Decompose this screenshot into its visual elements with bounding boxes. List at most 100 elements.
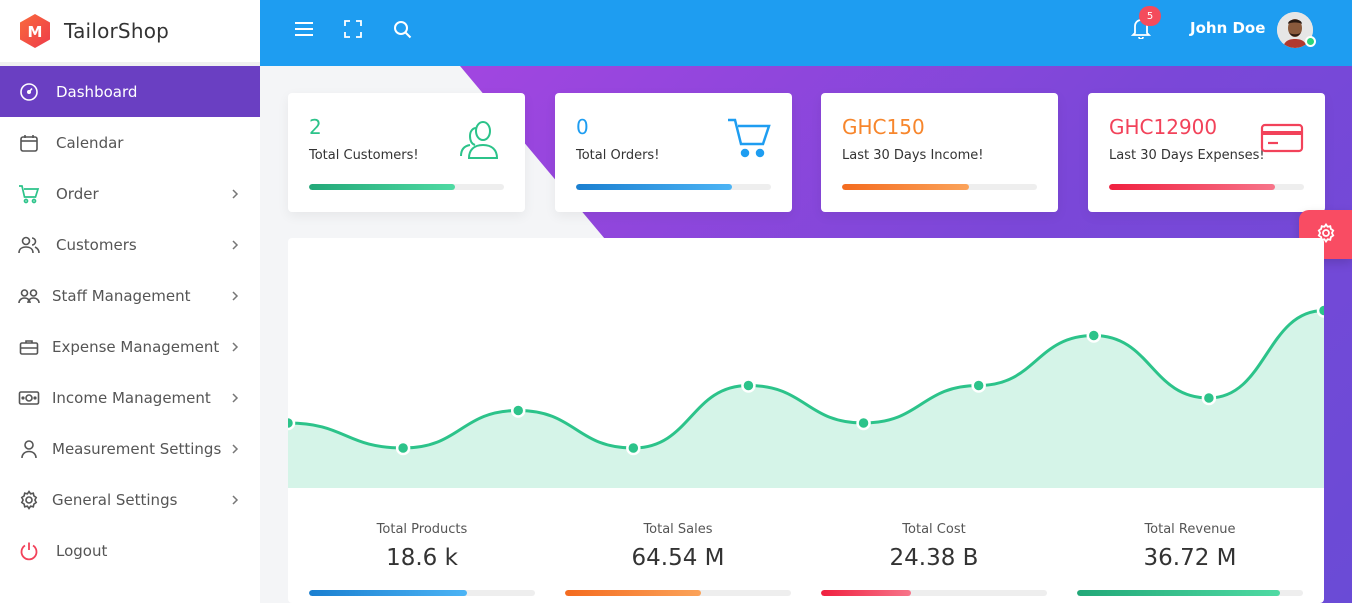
chevron-right-icon [230,239,240,250]
chevron-right-icon [230,290,240,301]
chart-data-point[interactable] [510,403,526,418]
sidebar-item-label: Logout [56,541,108,560]
stat-label: Last 30 Days Expenses! [1109,148,1265,163]
stat-card-expenses[interactable]: GHC12900 Last 30 Days Expenses! [1088,93,1325,212]
sidebar-item-label: Order [56,184,99,203]
dashboard-icon [18,81,40,103]
summary-label: Total Sales [643,522,713,537]
summary-progress [309,590,535,596]
summary-progress-fill [565,590,701,596]
stat-progress [1109,184,1304,190]
chart-data-point[interactable] [288,415,296,431]
chart-data-point[interactable] [741,378,756,393]
chevron-right-icon [230,443,240,454]
brand-name: TailorShop [64,19,170,43]
stat-label: Total Orders! [576,148,660,163]
gear-icon [18,489,40,511]
sidebar-item-order[interactable]: Order [0,168,260,219]
stat-value: 2 [309,115,322,139]
summary-progress [1077,590,1303,596]
hamburger-menu-icon[interactable] [293,18,315,40]
sidebar-item-label: Expense Management [52,337,220,356]
chevron-right-icon [230,392,240,403]
chart-data-point[interactable] [971,378,986,393]
summary-progress [565,590,791,596]
calendar-icon [18,132,40,154]
brand[interactable]: M TailorShop [0,0,260,66]
summary-value: 36.72 M [1143,545,1237,571]
sidebar-item-label: Dashboard [56,82,138,101]
online-status-dot [1305,36,1316,47]
sidebar-item-label: Income Management [52,388,211,407]
stat-progress-fill [1109,184,1275,190]
summary-progress-fill [821,590,912,596]
summary-progress-fill [1077,590,1281,596]
chevron-right-icon [230,494,240,505]
user-icon [18,438,40,460]
briefcase-icon [18,336,40,358]
power-icon [18,540,40,562]
sidebar-item-label: Calendar [56,133,124,152]
sidebar: M TailorShop Dashboard Calendar Order Cu… [0,0,260,603]
users-icon [18,234,40,256]
sidebar-item-dashboard[interactable]: Dashboard [0,66,260,117]
stat-value: GHC150 [842,115,925,139]
stat-value: GHC12900 [1109,115,1218,139]
sidebar-item-income-management[interactable]: Income Management [0,372,260,423]
chart-data-point[interactable] [856,415,871,431]
stat-progress-fill [309,184,456,190]
sidebar-item-label: Customers [56,235,137,254]
users-icon [459,115,505,161]
summary-total-sales: Total Sales 64.54 M [565,522,791,571]
staff-icon [18,285,40,307]
stat-value: 0 [576,115,589,139]
summary-total-cost: Total Cost 24.38 B [821,522,1047,571]
stat-label: Last 30 Days Income! [842,148,984,163]
svg-text:M: M [28,23,43,41]
stat-card-customers[interactable]: 2 Total Customers! [288,93,525,212]
summary-total-revenue: Total Revenue 36.72 M [1077,522,1303,571]
chevron-right-icon [230,341,240,352]
stat-progress [309,184,504,190]
stat-card-orders[interactable]: 0 Total Orders! [555,93,792,212]
chart-data-point[interactable] [626,440,641,456]
stat-label: Total Customers! [309,148,419,163]
credit-card-icon [1259,115,1305,161]
summary-value: 64.54 M [631,545,725,571]
chart-data-point[interactable] [1086,328,1102,343]
summary-value: 24.38 B [889,545,979,571]
brand-logo-icon: M [18,13,52,49]
stat-card-income[interactable]: GHC150 Last 30 Days Income! [821,93,1058,212]
summary-value: 18.6 k [386,545,458,571]
sidebar-item-measurement-settings[interactable]: Measurement Settings [0,423,260,474]
area-chart [288,303,1324,488]
sidebar-item-staff-management[interactable]: Staff Management [0,270,260,321]
money-icon [18,387,40,409]
user-name[interactable]: John Doe [1190,19,1265,37]
search-icon[interactable] [391,18,413,40]
chart-data-point[interactable] [1316,303,1324,318]
cart-icon [18,183,40,205]
stat-progress-fill [842,184,969,190]
chart-data-point[interactable] [1201,390,1217,406]
chevron-right-icon [230,188,240,199]
sidebar-item-expense-management[interactable]: Expense Management [0,321,260,372]
sidebar-item-label: Measurement Settings [52,439,222,458]
sidebar-item-label: Staff Management [52,286,191,305]
stat-progress [576,184,771,190]
sidebar-item-calendar[interactable]: Calendar [0,117,260,168]
stat-progress [842,184,1037,190]
sidebar-item-logout[interactable]: Logout [0,525,260,576]
sidebar-menu: Dashboard Calendar Order Customers Staff… [0,66,260,576]
summary-total-products: Total Products 18.6 k [309,522,535,571]
sidebar-item-customers[interactable]: Customers [0,219,260,270]
sidebar-item-general-settings[interactable]: General Settings [0,474,260,525]
chart-area-fill [288,310,1324,488]
summary-progress-fill [309,590,468,596]
sidebar-item-label: General Settings [52,490,178,509]
chart-data-point[interactable] [395,440,411,456]
fullscreen-icon[interactable] [342,18,364,40]
summary-label: Total Revenue [1144,522,1236,537]
summary-progress [821,590,1047,596]
summary-label: Total Products [376,522,468,537]
